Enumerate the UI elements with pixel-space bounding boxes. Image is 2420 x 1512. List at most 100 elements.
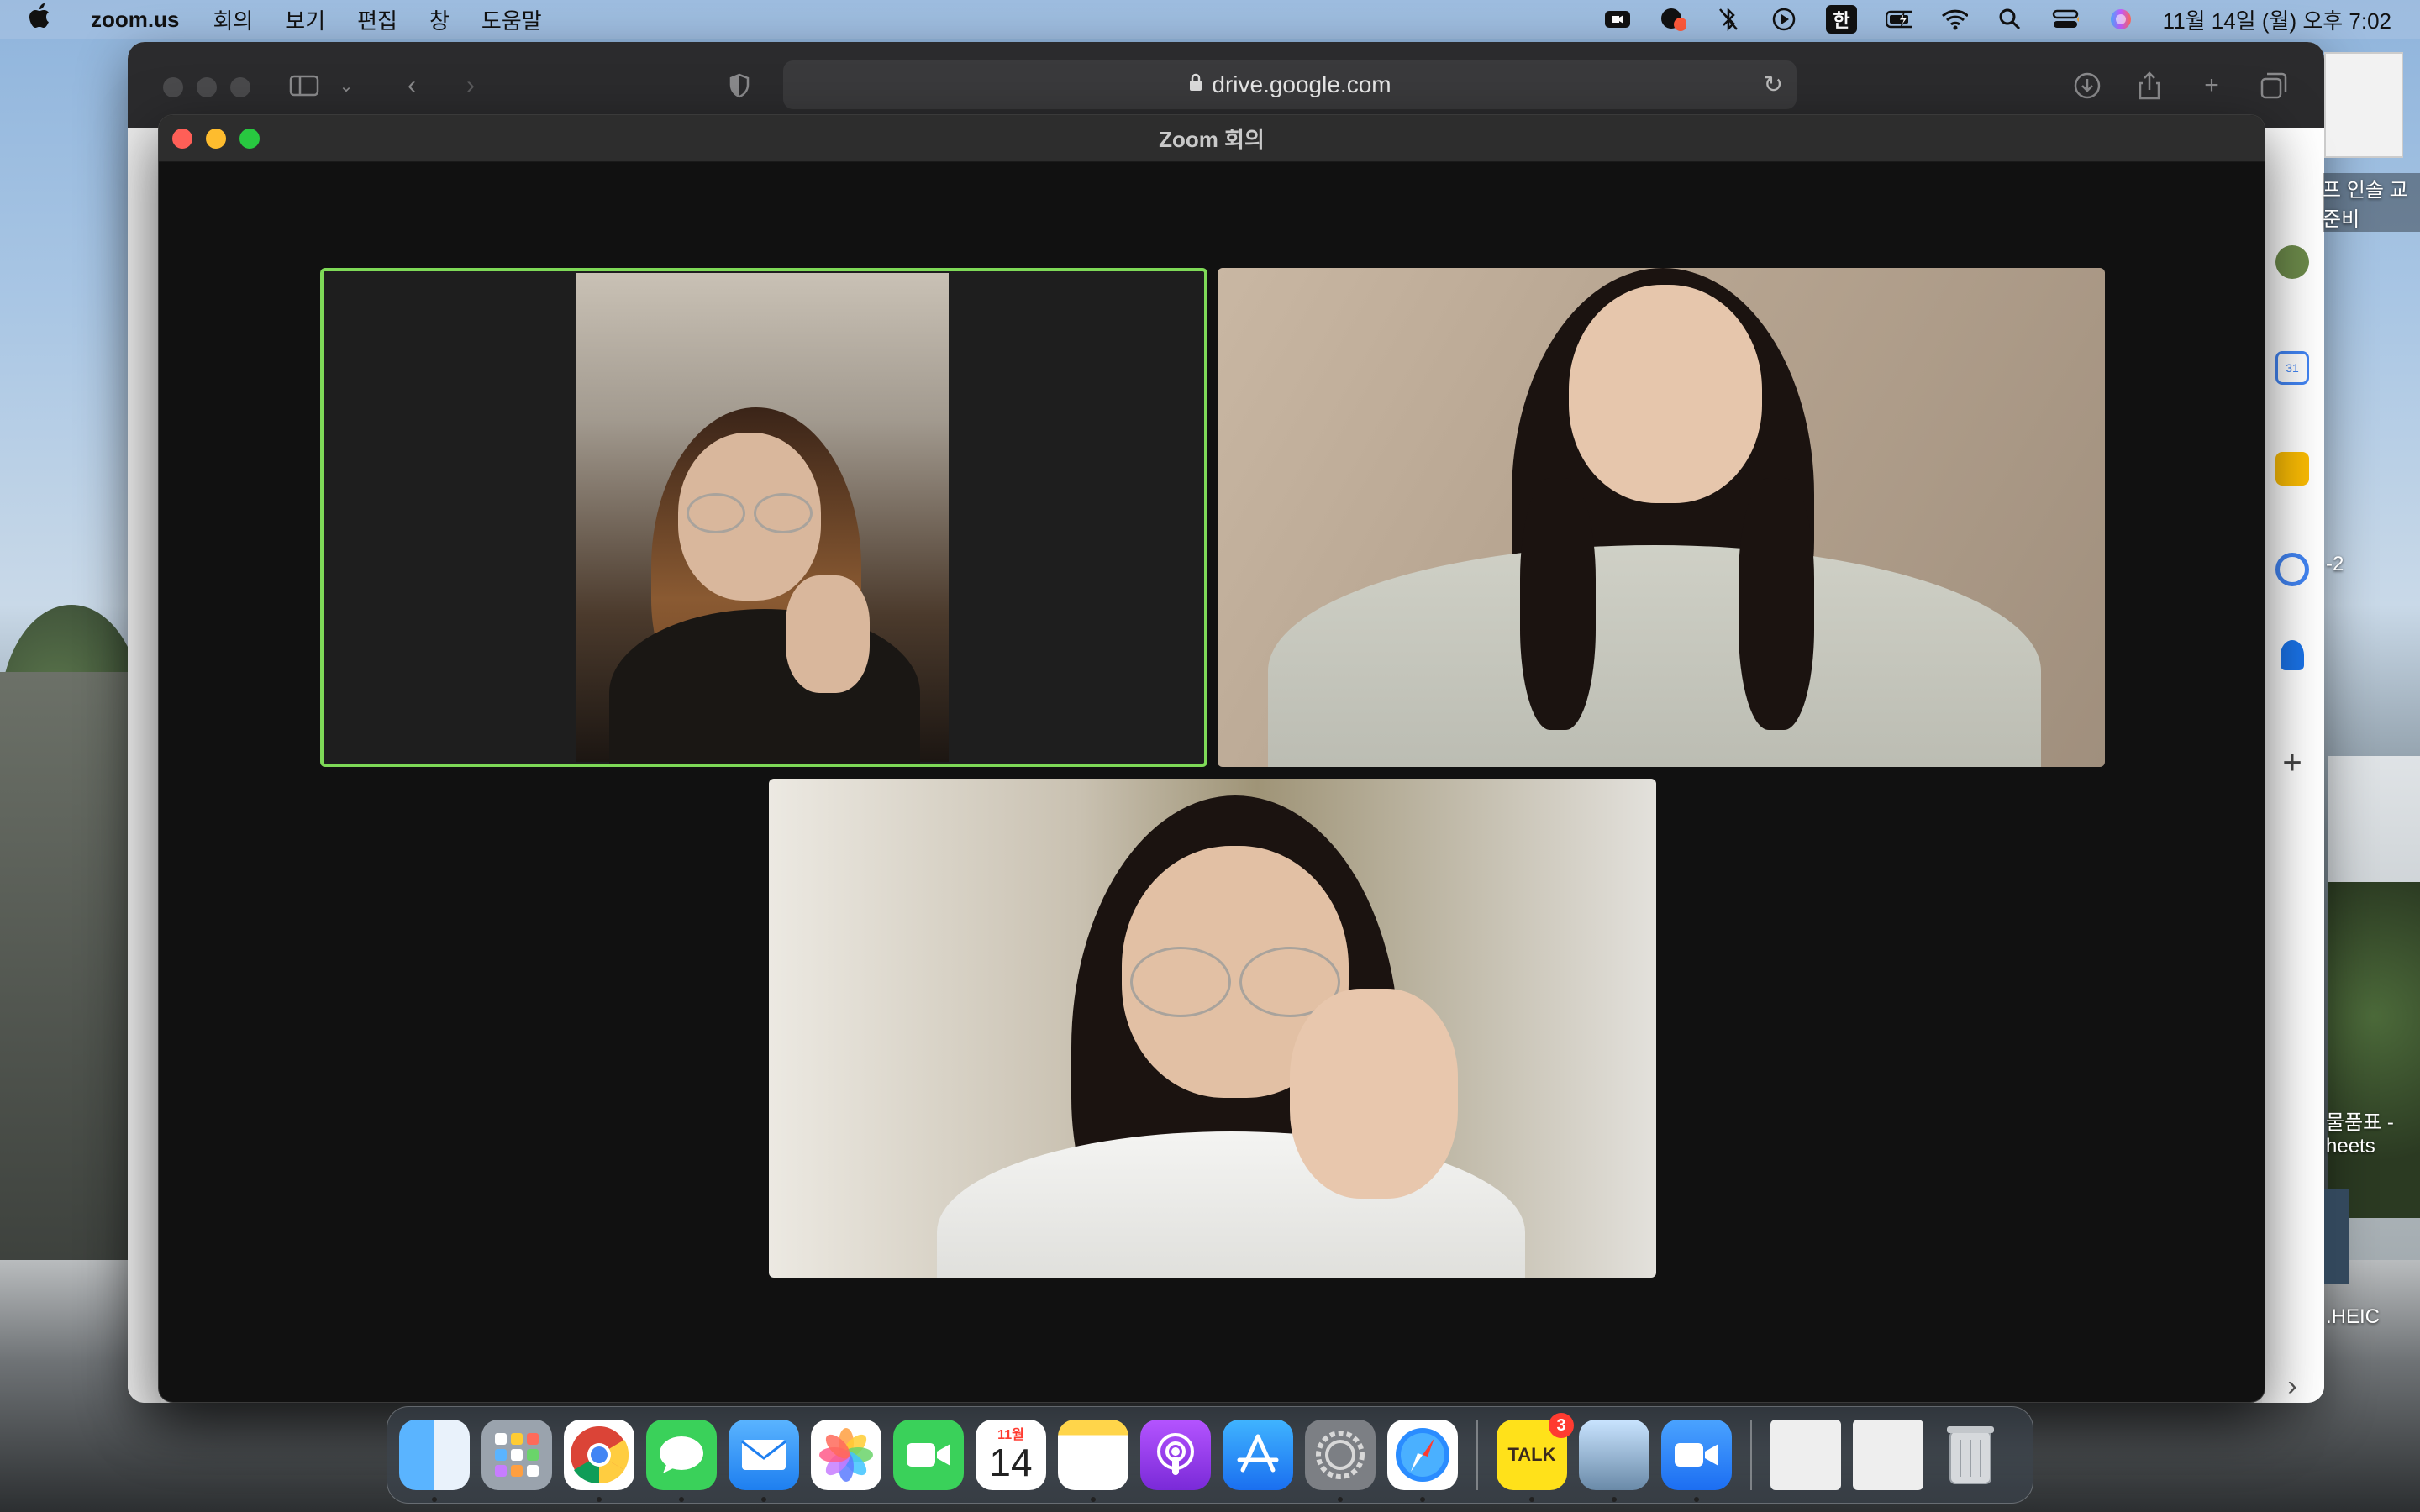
finder-icon[interactable] (399, 1420, 470, 1502)
menu-help[interactable]: 도움말 (481, 4, 542, 35)
video-tile-participant-3[interactable] (769, 779, 1656, 1278)
desktop-file-label-1-line1: 프 인솔 교 (2323, 179, 2408, 202)
system-preferences-icon[interactable] (1305, 1420, 1376, 1502)
kakaotalk-icon[interactable]: TALK 3 (1497, 1413, 1574, 1502)
dock-separator-2 (1750, 1420, 1752, 1490)
spotlight-search-icon[interactable] (1996, 7, 2023, 32)
chevron-right-icon[interactable]: › (2275, 1369, 2309, 1403)
zoom-titlebar: Zoom 회의 (159, 115, 2265, 162)
minimize-button[interactable] (206, 129, 226, 149)
preview-icon[interactable] (1579, 1420, 1649, 1502)
facetime-icon[interactable] (893, 1420, 964, 1490)
siri-icon[interactable] (2107, 7, 2134, 32)
tab-overview-icon[interactable] (2257, 69, 2291, 102)
apple-menu-icon[interactable] (29, 3, 62, 35)
address-bar[interactable]: drive.google.com ↻ (783, 60, 1797, 109)
tasks-app-icon[interactable] (2275, 553, 2309, 586)
notes-icon[interactable] (1058, 1420, 1128, 1502)
zoom-status-icon[interactable] (1604, 7, 1631, 32)
sidebar-toggle-icon[interactable] (287, 69, 321, 102)
desktop-file-label-2[interactable]: -2 (2326, 553, 2344, 576)
recent-document-1[interactable] (1770, 1420, 1841, 1490)
launchpad-icon[interactable] (481, 1420, 552, 1490)
forward-icon[interactable]: › (454, 69, 487, 102)
wifi-icon[interactable] (1941, 7, 1968, 32)
safari-zoom-button[interactable] (230, 77, 250, 97)
battery-charging-icon[interactable] (1885, 7, 1912, 32)
calendar-day: 14 (989, 1441, 1033, 1484)
podcasts-icon[interactable] (1140, 1420, 1211, 1490)
participant-2-sweatshirt (1268, 545, 2041, 767)
desktop-file-label-4[interactable]: .HEIC (2326, 1305, 2380, 1329)
calendar-icon[interactable]: 11월 14 (976, 1420, 1046, 1490)
chrome-icon[interactable] (564, 1420, 634, 1502)
downloads-icon[interactable] (2070, 69, 2104, 102)
participant-1-hand (786, 575, 870, 693)
trash-icon[interactable] (1935, 1420, 2006, 1490)
participant-2-face (1569, 285, 1762, 503)
participant-1-video (576, 273, 949, 764)
menu-bar: zoom.us 회의 보기 편집 창 도움말 한 11월 14일 (월) 오후 … (0, 0, 2420, 39)
desktop-image-thumbnail[interactable] (2324, 1189, 2349, 1284)
participant-1-glasses-left (687, 493, 745, 533)
desktop-tree-right (2328, 882, 2420, 1218)
desktop-file-label-3-line2: heets (2326, 1135, 2375, 1158)
desktop-file-label-1-line2: 준비 (2323, 208, 2360, 231)
app-store-icon[interactable] (1223, 1420, 1293, 1490)
contacts-app-icon[interactable] (2281, 640, 2304, 670)
add-addon-icon[interactable]: + (2275, 746, 2309, 780)
desktop-file-label-3-line1: 물품표 - (2326, 1111, 2394, 1134)
lock-icon (1188, 73, 1203, 97)
url-text: drive.google.com (1212, 71, 1392, 97)
zoom-app-icon[interactable] (1661, 1420, 1732, 1502)
play-icon[interactable] (1770, 7, 1797, 32)
participant-3-glasses-left (1130, 947, 1231, 1017)
menu-edit[interactable]: 편집 (357, 4, 397, 35)
mail-icon[interactable] (729, 1420, 799, 1502)
bluetooth-off-icon[interactable] (1715, 7, 1742, 32)
desktop-building (0, 672, 134, 1310)
safari-minimize-button[interactable] (197, 77, 217, 97)
input-method-indicator[interactable]: 한 (1826, 5, 1857, 34)
participant-1-glasses-right (754, 493, 813, 533)
share-icon[interactable] (2133, 69, 2166, 102)
desktop-file-label-1[interactable]: 프 인솔 교 준비 (2323, 173, 2420, 232)
menu-app-name[interactable]: zoom.us (91, 7, 179, 33)
keep-app-icon[interactable] (2275, 452, 2309, 486)
close-button[interactable] (172, 129, 192, 149)
chevron-down-icon[interactable]: ⌄ (329, 69, 363, 102)
participant-2-hair-right (1739, 478, 1814, 730)
photos-icon[interactable] (811, 1420, 881, 1490)
participant-2-hair-left (1520, 478, 1596, 730)
window-title: Zoom 회의 (1159, 127, 1265, 152)
new-tab-icon[interactable]: + (2195, 69, 2228, 102)
drive-left-strip (128, 128, 161, 1403)
video-tile-participant-2[interactable] (1218, 268, 2105, 767)
calendar-app-icon[interactable]: 31 (2275, 351, 2309, 385)
dock: 11월 14 TALK 3 (387, 1406, 2033, 1504)
desktop-file-label-3[interactable]: 물품표 - heets (2326, 1105, 2394, 1158)
control-center-icon[interactable] (2052, 7, 2079, 32)
desktop-file-thumbnail[interactable] (2324, 52, 2403, 158)
menu-view[interactable]: 보기 (285, 4, 325, 35)
kakaotalk-label: TALK (1507, 1444, 1556, 1465)
messages-icon[interactable] (646, 1420, 717, 1502)
menu-meeting[interactable]: 회의 (213, 4, 253, 35)
back-icon[interactable]: ‹ (395, 69, 429, 102)
chat-notification-icon[interactable] (1660, 7, 1687, 32)
reload-icon[interactable]: ↻ (1764, 71, 1783, 98)
zoom-meeting-window: Zoom 회의 (158, 114, 2265, 1403)
avatar[interactable] (2275, 245, 2309, 279)
participant-3-hand (1290, 989, 1458, 1199)
participant-1-body (609, 609, 920, 764)
menubar-clock[interactable]: 11월 14일 (월) 오후 7:02 (2163, 4, 2391, 35)
safari-close-button[interactable] (163, 77, 183, 97)
dock-separator (1476, 1420, 1478, 1490)
google-side-panel: 31 + › (2262, 128, 2324, 1403)
safari-icon[interactable] (1387, 1420, 1458, 1502)
video-tile-participant-1[interactable] (320, 268, 1207, 767)
menu-window[interactable]: 창 (429, 4, 450, 35)
fullscreen-button[interactable] (239, 129, 260, 149)
recent-document-2[interactable] (1853, 1420, 1923, 1490)
privacy-shield-icon[interactable] (723, 69, 756, 102)
